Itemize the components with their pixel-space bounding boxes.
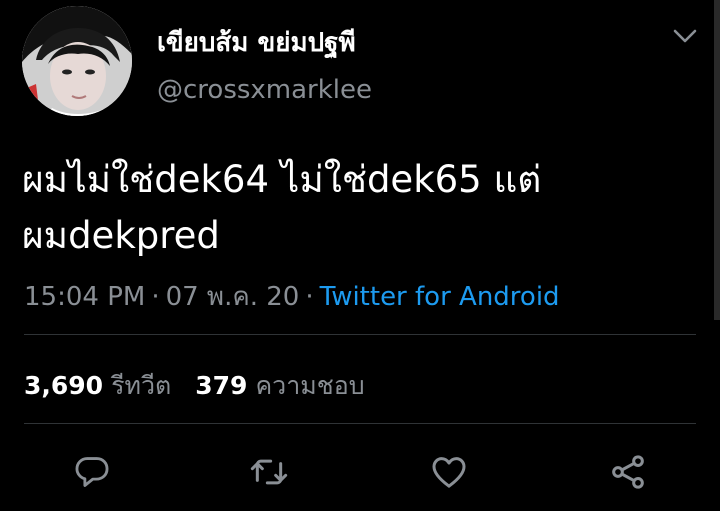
likes-label: ความชอบ — [255, 371, 365, 400]
reply-icon — [75, 457, 109, 487]
meta-separator: · — [305, 282, 314, 312]
divider — [24, 334, 696, 335]
share-icon — [612, 455, 644, 489]
retweets-label: รีทวีต — [111, 371, 172, 400]
tweet-time: 15:04 PM — [24, 282, 146, 312]
like-button[interactable] — [427, 450, 471, 494]
like-icon — [432, 457, 466, 488]
tweet-detail: เขียบส้ม ขย่มปฐพี @crossxmarklee ผมไม่ใช… — [0, 0, 720, 511]
share-button[interactable] — [606, 450, 650, 494]
divider — [24, 423, 696, 424]
avatar[interactable] — [22, 6, 132, 116]
chevron-down-icon[interactable] — [672, 26, 698, 46]
likes-stat[interactable]: 379 ความชอบ — [195, 371, 364, 400]
tweet-date: 07 พ.ค. 20 — [165, 282, 300, 312]
tweet-text: ผมไม่ใช่dek64 ไม่ใช่dek65 แต่ผมdekpred — [22, 158, 542, 257]
retweet-button[interactable] — [247, 450, 291, 494]
tweet-source-link[interactable]: Twitter for Android — [320, 282, 560, 312]
display-name[interactable]: เขียบส้ม ขย่มปฐพี — [157, 22, 356, 63]
reply-button[interactable] — [70, 450, 114, 494]
likes-count: 379 — [195, 371, 248, 400]
scrollbar[interactable] — [714, 0, 720, 320]
tweet-stats: 3,690 รีทวีต 379 ความชอบ — [24, 366, 365, 406]
retweet-icon — [250, 459, 288, 485]
avatar-image — [22, 6, 132, 116]
user-handle[interactable]: @crossxmarklee — [157, 75, 372, 105]
retweets-count: 3,690 — [24, 371, 104, 400]
tweet-meta: 15:04 PM · 07 พ.ค. 20 · Twitter for Android — [24, 276, 560, 317]
meta-separator: · — [151, 282, 160, 312]
retweets-stat[interactable]: 3,690 รีทวีต — [24, 371, 171, 400]
